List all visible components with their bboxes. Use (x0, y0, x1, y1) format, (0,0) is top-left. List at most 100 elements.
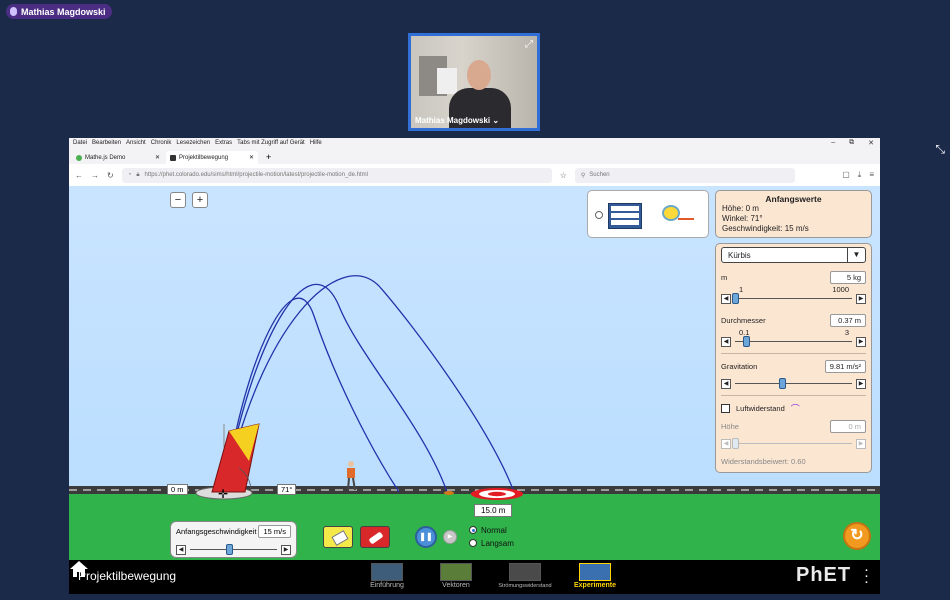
radio-normal-label: Normal (481, 526, 507, 535)
radio-slow-dot[interactable] (469, 539, 477, 547)
altitude-slider-track (732, 438, 852, 449)
forward-icon[interactable]: → (91, 171, 99, 180)
back-icon[interactable]: ← (75, 171, 83, 180)
data-probe-tool[interactable] (608, 203, 642, 229)
phet-logo-text: PhET (796, 564, 852, 586)
screen-experimente-icon (579, 563, 611, 581)
search-input[interactable]: ⚲ Suchen (574, 167, 795, 183)
screen-button-vektoren[interactable]: Vektoren (426, 563, 486, 589)
menu-ansicht[interactable]: Ansicht (126, 140, 146, 147)
home-icon[interactable] (69, 560, 89, 578)
browser-menubar: Datei Bearbeiten Ansicht Chronik Lesezei… (69, 138, 880, 149)
mass-increase-button[interactable]: ▶ (856, 293, 866, 304)
mass-slider-track[interactable] (732, 293, 852, 304)
person-figure (347, 461, 356, 491)
bookmark-star-icon[interactable]: ☆ (560, 171, 567, 180)
zoom-in-button[interactable]: + (192, 192, 208, 208)
diameter-increase-button[interactable]: ▶ (856, 336, 866, 347)
altitude-decrease-button: ◀ (721, 438, 731, 449)
menu-extras[interactable]: Extras (215, 140, 232, 147)
video-participant-name: Mathias Magdowski ⌄ (415, 116, 500, 125)
landed-pumpkin (444, 491, 454, 495)
gravity-slider-thumb[interactable] (778, 378, 786, 389)
air-resistance-checkbox[interactable] (721, 403, 730, 413)
target-icon[interactable] (471, 488, 523, 500)
phet-logo[interactable]: PhET (796, 564, 851, 587)
mass-label: m (721, 272, 728, 282)
trajectories (224, 275, 515, 493)
mass-decrease-button[interactable]: ◀ (721, 293, 731, 304)
pocket-icon[interactable]: ▢ (842, 170, 850, 180)
presenter-badge: Mathias Magdowski (6, 4, 112, 19)
minimize-button[interactable]: – (831, 139, 835, 147)
gravity-slider-track[interactable] (735, 378, 852, 389)
gravity-decrease-button[interactable]: ◀ (721, 378, 731, 389)
search-placeholder: Suchen (589, 172, 610, 178)
screen-button-einfuehrung[interactable]: Einführung (357, 563, 417, 589)
crosshair-tool-icon[interactable] (595, 211, 603, 219)
sim-title: Projektilbewegung (78, 569, 177, 583)
mass-value: 5 kg (830, 270, 866, 284)
menu-lesezeichen[interactable]: Lesezeichen (176, 140, 210, 147)
radio-slow[interactable]: Langsam (469, 537, 514, 550)
screen-label: Strömungswiderstand (498, 583, 552, 589)
menu-bearbeiten[interactable]: Bearbeiten (92, 140, 121, 147)
gravity-increase-button[interactable]: ▶ (856, 378, 866, 389)
new-tab-button[interactable]: + (260, 152, 277, 164)
simulation-area[interactable]: ✛ − + Anfangswerte Höhe: 0 m Winkel: 71°… (69, 186, 880, 594)
screen-label: Vektoren (442, 582, 470, 589)
screen-button-stroemungswiderstand[interactable]: Strömungswiderstand (495, 563, 555, 589)
expand-icon[interactable]: ⤢ (525, 39, 533, 50)
cannon-height-label[interactable]: 0 m (167, 484, 188, 495)
download-icon[interactable]: ⤓ (858, 170, 862, 180)
video-poster (437, 68, 457, 94)
launch-speed-slider-track[interactable] (190, 544, 277, 555)
pause-button[interactable]: ❚❚ (415, 526, 437, 548)
projectile-select[interactable]: Kürbis ▼ (721, 247, 866, 263)
mass-slider-thumb[interactable] (732, 293, 739, 304)
tab-mathe-js[interactable]: Mathe.js Demo ✕ (72, 151, 164, 164)
radio-normal[interactable]: Normal (469, 524, 514, 537)
menu-tabs-geraet[interactable]: Tabs mit Zugriff auf Gerät (237, 140, 305, 147)
close-tab-icon[interactable]: ✕ (155, 154, 160, 161)
fire-button[interactable] (360, 526, 390, 548)
air-resistance-label: Luftwiderstand (736, 403, 785, 413)
participant-video[interactable]: ⤢ Mathias Magdowski ⌄ (408, 33, 540, 131)
screen-button-experimente[interactable]: Experimente (565, 563, 625, 589)
menu-hilfe[interactable]: Hilfe (310, 140, 322, 147)
menu-chronik[interactable]: Chronik (151, 140, 172, 147)
eraser-button[interactable] (323, 526, 353, 548)
reload-icon[interactable]: ↻ (107, 171, 114, 180)
altitude-value: 0 m (830, 419, 866, 433)
url-bar[interactable]: ◔ 🔒︎ https://phet.colorado.edu/sims/html… (121, 167, 552, 183)
diameter-decrease-button[interactable]: ◀ (721, 336, 731, 347)
launch-speed-label: Anfangsgeschwindigkeit (176, 527, 257, 536)
close-tab-icon[interactable]: ✕ (249, 154, 254, 161)
menu-datei[interactable]: Datei (73, 140, 87, 147)
diameter-slider-track[interactable] (735, 336, 852, 347)
diameter-slider-thumb[interactable] (742, 336, 750, 347)
close-window-button[interactable]: ✕ (868, 139, 874, 147)
launch-speed-slider-thumb[interactable] (226, 544, 234, 555)
initial-height: Höhe: 0 m (722, 204, 759, 213)
initial-angle: Winkel: 71° (722, 214, 763, 223)
screen-label: Experimente (573, 582, 617, 589)
diameter-label: Durchmesser (721, 315, 766, 325)
lock-icon: 🔒︎ (136, 171, 140, 178)
collapse-icon[interactable]: ⤡ (935, 142, 945, 157)
restore-button[interactable]: ⧉ (849, 139, 854, 147)
phet-menu-icon[interactable]: · · · (864, 562, 869, 589)
radio-normal-dot[interactable] (469, 526, 477, 534)
tape-measure-line (678, 218, 694, 220)
step-button[interactable]: ▶ (443, 530, 457, 544)
reset-all-button[interactable]: ↻ (843, 522, 871, 550)
launch-speed-increase-button[interactable]: ▶ (281, 544, 291, 555)
zoom-out-button[interactable]: − (170, 192, 186, 208)
tab-projektilbewegung[interactable]: Projektilbewegung ✕ (166, 151, 258, 164)
crosshair-icon: ✛ (218, 487, 228, 501)
screen-stroemungswiderstand-icon (509, 563, 541, 581)
launch-speed-decrease-button[interactable]: ◀ (176, 544, 186, 555)
screen-einfuehrung-icon (371, 563, 403, 581)
overflow-icon[interactable]: ≡ (869, 170, 874, 180)
target-distance-label[interactable]: 15.0 m (474, 504, 513, 517)
